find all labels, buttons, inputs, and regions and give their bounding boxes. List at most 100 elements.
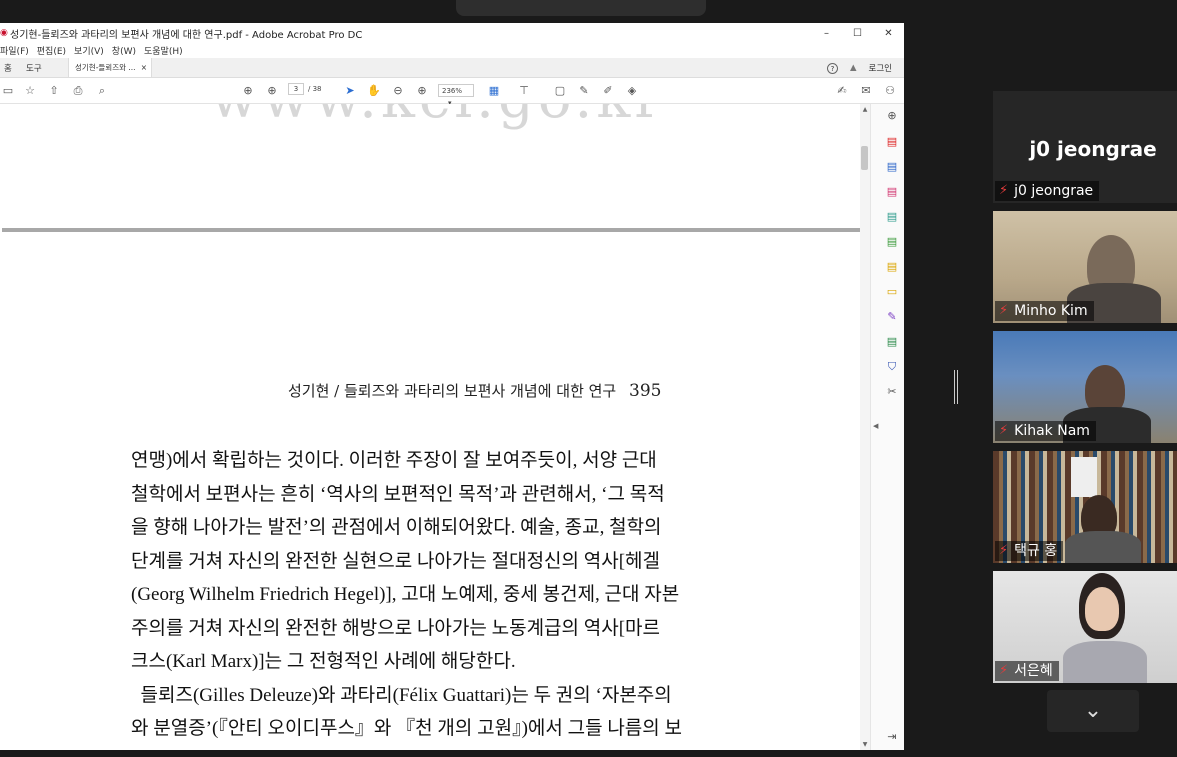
scroll-down-icon[interactable]: ▼ [860,741,870,748]
export-pdf-icon[interactable]: ▤ [885,135,899,149]
muted-mic-icon: ⚡ [999,183,1009,198]
meeting-top-bar [456,0,706,16]
tools-pane: ◀ ⊕ ▤ ▤ ▤ ▤ ▤ ▤ ▭ ✎ ▤ ⛉ ✂ ⇥ [870,104,904,750]
text-line: (Georg Wilhelm Friedrich Hegel)], 고대 노예제… [131,584,680,605]
comment-tool-icon[interactable]: ▭ [885,285,899,299]
participant-name: Minho Kim [1014,303,1088,319]
running-head-text: 성기현 / 들뢰즈와 과타리의 보편사 개념에 대한 연구 [288,382,617,400]
vertical-scrollbar[interactable]: ▲ ▼ [860,104,870,750]
text-line: 들뢰즈(Gilles Deleuze)와 과타리(Félix Guattari)… [131,684,672,706]
draw-icon[interactable]: ✐ [600,83,616,99]
menu-bar: 파일(F) 편집(E) 보기(V) 창(W) 도움말(H) [0,43,904,58]
next-page-icon[interactable]: ⊕ [264,83,280,99]
expand-pane-icon[interactable]: ⇥ [885,730,899,744]
select-cursor-icon[interactable]: ➤ [342,83,358,99]
print-icon[interactable]: ⎙ [70,83,86,99]
participant-tile[interactable]: ⚡ 택규 홍 [993,451,1177,563]
scan-icon[interactable]: ▤ [885,260,899,274]
participant-tile[interactable]: ⚡ Minho Kim [993,211,1177,323]
panel-resize-handle[interactable] [954,370,958,404]
zoom-in-icon[interactable]: ⊕ [414,83,430,99]
tab-home[interactable]: 홈 [0,58,22,77]
toolbar: ▭ ☆ ⇧ ⎙ ⌕ ⊕ ⊕ 3 / 38 ➤ ✋ ⊖ ⊕ 236% ▾ ▦ ⊤ … [0,78,904,107]
bell-icon[interactable]: ▲ [850,63,857,73]
comment-icon[interactable]: ▢ [552,83,568,99]
menu-edit[interactable]: 편집(E) [37,44,66,57]
help-icon[interactable]: ? [826,62,838,74]
zoom-out-icon[interactable]: ⊖ [390,83,406,99]
page-indicator: 3 / 38 [288,83,322,95]
organize-icon[interactable]: ▤ [885,235,899,249]
muted-mic-icon: ⚡ [999,303,1009,318]
save-icon[interactable]: ▭ [0,83,16,99]
tag-icon[interactable]: ◈ [624,83,640,99]
participant-tile[interactable]: ⚡ Kihak Nam [993,331,1177,443]
participant-label: ⚡ Minho Kim [995,301,1094,321]
participant-label: ⚡ 택규 홍 [995,541,1064,561]
page-number: 395 [629,381,662,401]
page-view-icon[interactable]: ▦ [486,83,502,99]
participant-name: 택규 홍 [1014,543,1058,559]
page-input[interactable]: 3 [288,83,304,95]
tab-document[interactable]: 성기현-들뢰즈와 ... × [68,58,152,77]
tab-close-icon[interactable]: × [141,63,147,72]
sign-icon[interactable]: ✍ [834,83,850,99]
add-user-icon[interactable]: ⚇ [882,83,898,99]
collapse-pane-icon[interactable]: ◀ [873,422,878,430]
tab-tools[interactable]: 도구 [22,58,68,77]
muted-mic-icon: ⚡ [999,663,1009,678]
window-title: 성기현-들뢰즈와 과타리의 보편사 개념에 대한 연구.pdf - Adobe … [10,29,363,41]
scroll-thumb[interactable] [861,146,868,170]
mail-icon[interactable]: ✉ [858,83,874,99]
tab-bar: 홈 도구 성기현-들뢰즈와 ... × ? ▲ 로그인 [0,58,904,78]
scroll-mode-icon[interactable]: ⊤ [516,83,532,99]
search-icon[interactable]: ⌕ [94,83,110,99]
video-face [1085,587,1119,631]
text-line: 와 분열증’(『안티 오이디푸스』와 『천 개의 고원』)에서 그들 나름의 보 [131,718,682,739]
muted-mic-icon: ⚡ [999,543,1009,558]
create-pdf-icon[interactable]: ▤ [885,160,899,174]
menu-view[interactable]: 보기(V) [74,44,104,57]
pdf-icon: ◉ [0,28,8,38]
watermark: www.kci.go.kr [210,104,665,131]
zoom-select[interactable]: 236% ▾ [438,84,474,107]
participant-tile[interactable]: j0 jeongrae ⚡ j0 jeongrae [993,91,1177,203]
close-button[interactable]: ✕ [873,28,904,39]
protect-icon[interactable]: ⛉ [885,360,899,374]
edit-pdf-icon[interactable]: ▤ [885,185,899,199]
participant-label: ⚡ Kihak Nam [995,421,1096,441]
video-feed-body [1063,641,1147,683]
print-production-icon[interactable]: ▤ [885,335,899,349]
gallery-scroll-down-button[interactable]: ⌄ [1047,690,1139,732]
menu-file[interactable]: 파일(F) [0,44,29,57]
prev-page-icon[interactable]: ⊕ [240,83,256,99]
more-tools-icon[interactable]: ✂ [885,385,899,399]
participant-name: j0 jeongrae [1014,183,1094,199]
participant-tile[interactable]: ⚡ 서은혜 [993,571,1177,683]
text-line: 을 향해 나아가는 발전’의 관점에서 이해되어왔다. 예술, 종교, 철학의 [131,517,662,538]
text-line: 크스(Karl Marx)]는 그 전형적인 사례에 해당한다. [131,651,516,672]
text-line: 철학에서 보편사는 흔히 ‘역사의 보편적인 목적’과 관련해서, ‘그 목적 [131,483,665,505]
poster [1071,457,1097,497]
highlight-icon[interactable]: ✎ [576,83,592,99]
page-separator [2,228,860,232]
combine-icon[interactable]: ▤ [885,210,899,224]
fill-sign-icon[interactable]: ✎ [885,310,899,324]
zoom-tool-icon[interactable]: ⊕ [885,109,899,123]
menu-window[interactable]: 창(W) [112,44,136,57]
minimize-button[interactable]: – [811,28,842,39]
star-icon[interactable]: ☆ [22,83,38,99]
participant-big-name: j0 jeongrae [1029,137,1157,161]
text-line: 연맹)에서 확립하는 것이다. 이러한 주장이 잘 보여주듯이, 서양 근대 [131,450,657,471]
participant-name: Kihak Nam [1014,423,1090,439]
maximize-button[interactable]: ☐ [842,28,873,39]
upload-icon[interactable]: ⇧ [46,83,62,99]
acrobat-window: ◉ 성기현-들뢰즈와 과타리의 보편사 개념에 대한 연구.pdf - Adob… [0,23,904,750]
menu-help[interactable]: 도움말(H) [144,44,183,57]
scroll-up-icon[interactable]: ▲ [860,106,870,113]
login-button[interactable]: 로그인 [869,62,892,74]
participant-label: ⚡ 서은혜 [995,661,1059,681]
hand-icon[interactable]: ✋ [366,83,382,99]
title-bar: ◉ 성기현-들뢰즈와 과타리의 보편사 개념에 대한 연구.pdf - Adob… [0,23,904,43]
document-viewer[interactable]: www.kci.go.kr 성기현 / 들뢰즈와 과타리의 보편사 개념에 대한… [0,104,860,750]
